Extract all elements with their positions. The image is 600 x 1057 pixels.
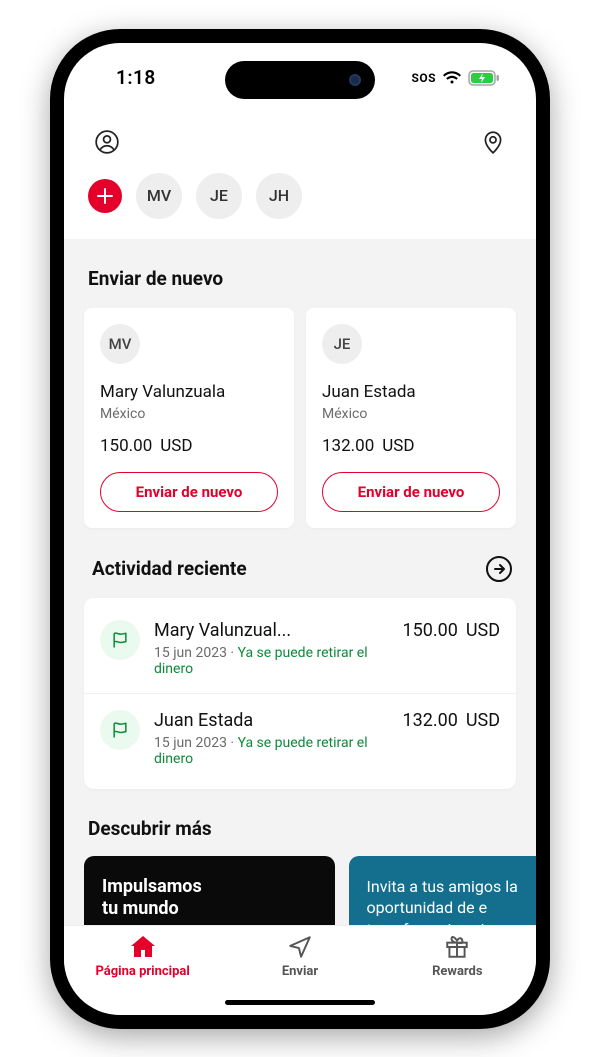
card-avatar: MV	[100, 324, 140, 364]
status-time: 1:18	[116, 66, 156, 89]
contact-chip[interactable]: MV	[136, 173, 182, 219]
activity-amount: 150.00USD	[403, 620, 501, 641]
activity-sub: 15 jun 2023 · Ya se puede retirar el din…	[154, 735, 381, 767]
add-contact-button[interactable]	[88, 179, 122, 213]
card-name: Mary Valunzuala	[100, 382, 278, 402]
discover-card-headline: Impulsamos tu mundo	[102, 876, 317, 921]
status-sos: SOS	[411, 71, 436, 85]
activity-row[interactable]: Mary Valunzual... 15 jun 2023 · Ya se pu…	[84, 604, 516, 694]
tab-label: Página principal	[95, 964, 189, 979]
card-country: México	[100, 406, 278, 422]
send-again-title: Enviar de nuevo	[84, 267, 516, 290]
tab-rewards[interactable]: Rewards	[379, 934, 536, 979]
activity-row[interactable]: Juan Estada 15 jun 2023 · Ya se puede re…	[84, 694, 516, 783]
wifi-icon	[442, 71, 462, 85]
card-avatar: JE	[322, 324, 362, 364]
card-country: México	[322, 406, 500, 422]
tab-send[interactable]: Enviar	[221, 934, 378, 979]
home-indicator	[225, 1000, 375, 1005]
send-again-card[interactable]: MV Mary Valunzuala México 150.00USD Envi…	[84, 308, 294, 528]
card-amount: 150.00USD	[100, 436, 278, 456]
activity-title: Actividad reciente	[88, 557, 247, 580]
discover-title: Descubrir más	[88, 817, 516, 840]
send-again-button[interactable]: Enviar de nuevo	[322, 472, 500, 512]
profile-icon[interactable]	[90, 125, 124, 159]
status-right: SOS	[411, 70, 500, 86]
activity-name: Mary Valunzual...	[154, 620, 381, 641]
activity-amount: 132.00USD	[403, 710, 501, 731]
send-again-card[interactable]: JE Juan Estada México 132.00USD Enviar d…	[306, 308, 516, 528]
activity-arrow-icon[interactable]	[486, 556, 512, 582]
activity-sub: 15 jun 2023 · Ya se puede retirar el din…	[154, 645, 381, 677]
location-icon[interactable]	[476, 125, 510, 159]
discover-card-black[interactable]: Impulsamos tu mundo Accede a contenido e…	[84, 856, 335, 925]
card-name: Juan Estada	[322, 382, 500, 402]
tab-home[interactable]: Página principal	[64, 934, 221, 979]
battery-icon	[468, 70, 500, 86]
discover-card-teal[interactable]: Invita a tus amigos la oportunidad de e …	[349, 856, 536, 925]
flag-icon	[100, 620, 140, 660]
discover-card-text: Invita a tus amigos la oportunidad de e …	[367, 876, 536, 925]
tab-label: Rewards	[432, 964, 483, 979]
tab-label: Enviar	[282, 964, 318, 979]
send-again-button[interactable]: Enviar de nuevo	[100, 472, 278, 512]
contact-chip[interactable]: JH	[256, 173, 302, 219]
activity-name: Juan Estada	[154, 710, 381, 731]
contact-chip[interactable]: JE	[196, 173, 242, 219]
flag-icon	[100, 710, 140, 750]
card-amount: 132.00USD	[322, 436, 500, 456]
